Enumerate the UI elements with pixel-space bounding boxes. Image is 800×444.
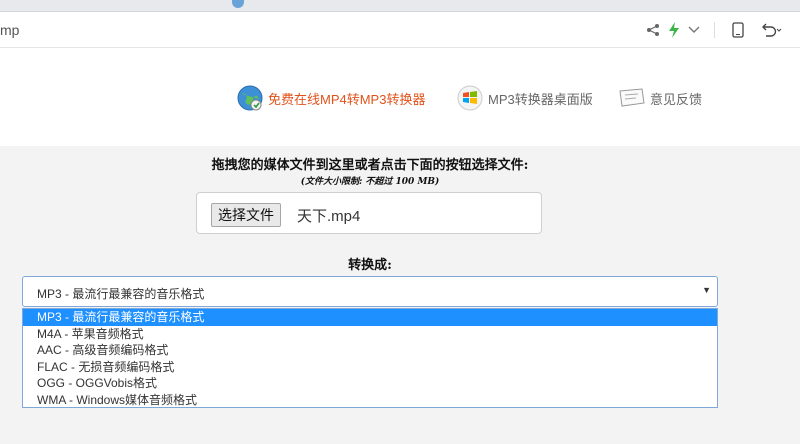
convert-to-label: 转换成: [348, 258, 392, 273]
size-limit-note: (文件大小限制: 不超过 100 MB) [300, 177, 440, 187]
dropdown-arrow-icon[interactable]: ▼ [702, 285, 711, 295]
nav-desktop-version[interactable]: MP3转换器桌面版 [456, 84, 593, 112]
nav-desktop-version-label: MP3转换器桌面版 [488, 91, 593, 107]
nav-online-converter[interactable]: 免费在线MP4转MP3转换器 [236, 84, 425, 112]
output-format-options: MP3 - 最流行最兼容的音乐格式 M4A - 苹果音频格式 AAC - 高级音… [22, 308, 718, 408]
format-option-flac[interactable]: FLAC - 无损音频编码格式 [23, 359, 717, 376]
output-format-select[interactable]: MP3 - 最流行最兼容的音乐格式 ▼ [22, 276, 718, 307]
nav-online-converter-label: 免费在线MP4转MP3转换器 [268, 91, 426, 107]
tab-favicon [232, 0, 244, 8]
browser-tab-strip [0, 0, 800, 12]
format-option-ogg[interactable]: OGG - OGGVobis格式 [23, 375, 717, 392]
choose-file-button[interactable]: 选择文件 [211, 203, 281, 227]
globe-icon [236, 84, 264, 112]
share-icon[interactable] [646, 20, 660, 40]
format-option-aac[interactable]: AAC - 高级音频编码格式 [23, 342, 717, 359]
tablet-icon[interactable] [732, 20, 744, 40]
toolbar-divider [714, 22, 715, 38]
file-drop-zone[interactable]: 选择文件 天下.mp4 [196, 192, 542, 234]
url-text[interactable]: mp [0, 22, 19, 38]
lightning-icon[interactable] [668, 20, 680, 40]
format-option-mp3[interactable]: MP3 - 最流行最兼容的音乐格式 [23, 309, 717, 326]
feedback-note-icon [618, 84, 646, 112]
chevron-down-icon[interactable] [688, 20, 700, 40]
windows-logo-icon [456, 84, 484, 112]
converter-panel: 拖拽您的媒体文件到这里或者点击下面的按钮选择文件: (文件大小限制: 不超过 1… [0, 146, 800, 444]
address-bar[interactable]: mp [0, 12, 800, 48]
undo-icon[interactable] [760, 20, 782, 40]
site-nav: 免费在线MP4转MP3转换器 MP3转换器桌面版 意见反馈 [0, 48, 800, 146]
format-option-m4a[interactable]: M4A - 苹果音频格式 [23, 326, 717, 343]
format-option-wma[interactable]: WMA - Windows媒体音频格式 [23, 392, 717, 409]
nav-feedback-label: 意见反馈 [650, 91, 703, 107]
nav-feedback[interactable]: 意见反馈 [618, 84, 702, 112]
output-format-value: MP3 - 最流行最兼容的音乐格式 [37, 287, 205, 301]
selected-file-name: 天下.mp4 [297, 208, 361, 225]
drop-instruction: 拖拽您的媒体文件到这里或者点击下面的按钮选择文件: [211, 158, 529, 173]
